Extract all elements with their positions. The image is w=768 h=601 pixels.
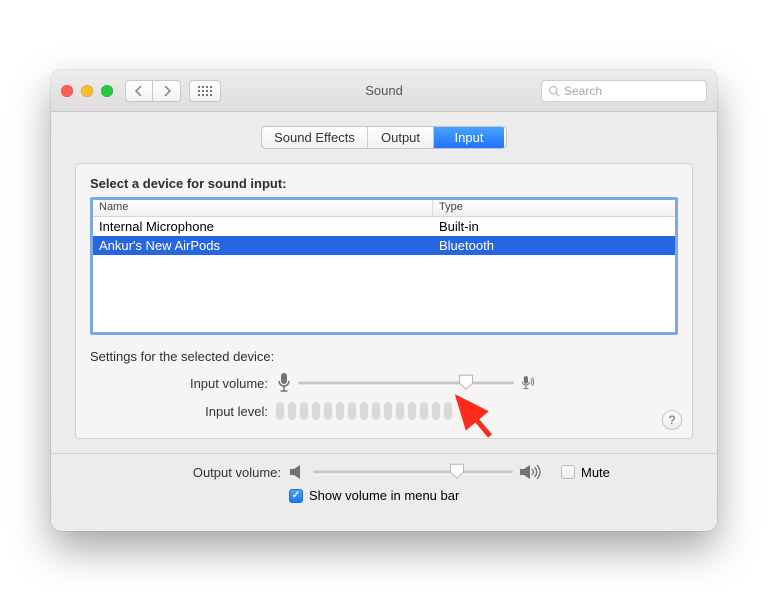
window-controls [61, 85, 113, 97]
speaker-high-icon [519, 464, 543, 480]
input-device-heading: Select a device for sound input: [90, 176, 678, 191]
mic-low-icon [276, 372, 292, 394]
minimize-window-button[interactable] [81, 85, 93, 97]
forward-button[interactable] [153, 80, 181, 102]
device-type: Built-in [433, 219, 675, 234]
show-volume-menu-checkbox[interactable] [289, 489, 303, 503]
output-volume-label: Output volume: [97, 465, 289, 480]
titlebar: Sound [51, 70, 717, 112]
input-device-table[interactable]: Name Type Internal Microphone Built-in A… [90, 197, 678, 335]
input-volume-label: Input volume: [90, 376, 276, 391]
input-level-meter [276, 402, 452, 420]
sound-preferences-window: Sound Sound Effects Output Input Select … [51, 70, 717, 531]
level-cell [300, 402, 308, 420]
apps-grid-icon [198, 86, 212, 96]
device-name: Internal Microphone [93, 219, 433, 234]
col-type-header[interactable]: Type [433, 200, 675, 216]
maximize-window-button[interactable] [101, 85, 113, 97]
mic-high-icon [520, 372, 536, 394]
level-cell [324, 402, 332, 420]
help-button[interactable]: ? [662, 410, 682, 430]
level-cell [336, 402, 344, 420]
output-volume-slider[interactable] [313, 464, 513, 480]
tab-output[interactable]: Output [368, 127, 434, 148]
col-name-header[interactable]: Name [93, 200, 433, 216]
input-volume-row: Input volume: [90, 372, 678, 394]
show-all-prefs-button[interactable] [189, 80, 221, 102]
mute-label: Mute [581, 465, 610, 480]
show-volume-menu-row: Show volume in menu bar [97, 488, 671, 503]
sound-tabs: Sound Effects Output Input [261, 126, 507, 149]
level-cell [444, 402, 452, 420]
table-row[interactable]: Ankur's New AirPods Bluetooth [93, 236, 675, 255]
level-cell [348, 402, 356, 420]
back-button[interactable] [125, 80, 153, 102]
mute-checkbox[interactable] [561, 465, 575, 479]
close-window-button[interactable] [61, 85, 73, 97]
level-cell [396, 402, 404, 420]
table-row[interactable]: Internal Microphone Built-in [93, 217, 675, 236]
input-volume-slider[interactable] [298, 375, 514, 391]
annotation-arrow [446, 390, 506, 450]
output-volume-row: Output volume: [97, 464, 671, 480]
output-volume-section: Output volume: [75, 454, 693, 503]
level-cell [384, 402, 392, 420]
speaker-low-icon [289, 464, 307, 480]
level-cell [420, 402, 428, 420]
show-volume-menu-label: Show volume in menu bar [309, 488, 459, 503]
input-panel: Select a device for sound input: Name Ty… [75, 163, 693, 439]
table-header: Name Type [93, 200, 675, 217]
tab-sound-effects[interactable]: Sound Effects [262, 127, 368, 148]
level-cell [312, 402, 320, 420]
input-level-label: Input level: [90, 404, 276, 419]
device-name: Ankur's New AirPods [93, 238, 433, 253]
level-cell [276, 402, 284, 420]
content-area: Sound Effects Output Input Select a devi… [51, 112, 717, 531]
level-cell [408, 402, 416, 420]
device-type: Bluetooth [433, 238, 675, 253]
input-level-row: Input level: [90, 402, 678, 420]
search-input[interactable] [564, 84, 700, 98]
level-cell [288, 402, 296, 420]
level-cell [360, 402, 368, 420]
level-cell [372, 402, 380, 420]
level-cell [432, 402, 440, 420]
selected-device-settings-heading: Settings for the selected device: [90, 349, 678, 364]
tab-input[interactable]: Input [434, 127, 504, 148]
search-field-wrap[interactable] [541, 80, 707, 102]
search-icon [548, 85, 560, 97]
nav-back-forward [125, 80, 181, 102]
